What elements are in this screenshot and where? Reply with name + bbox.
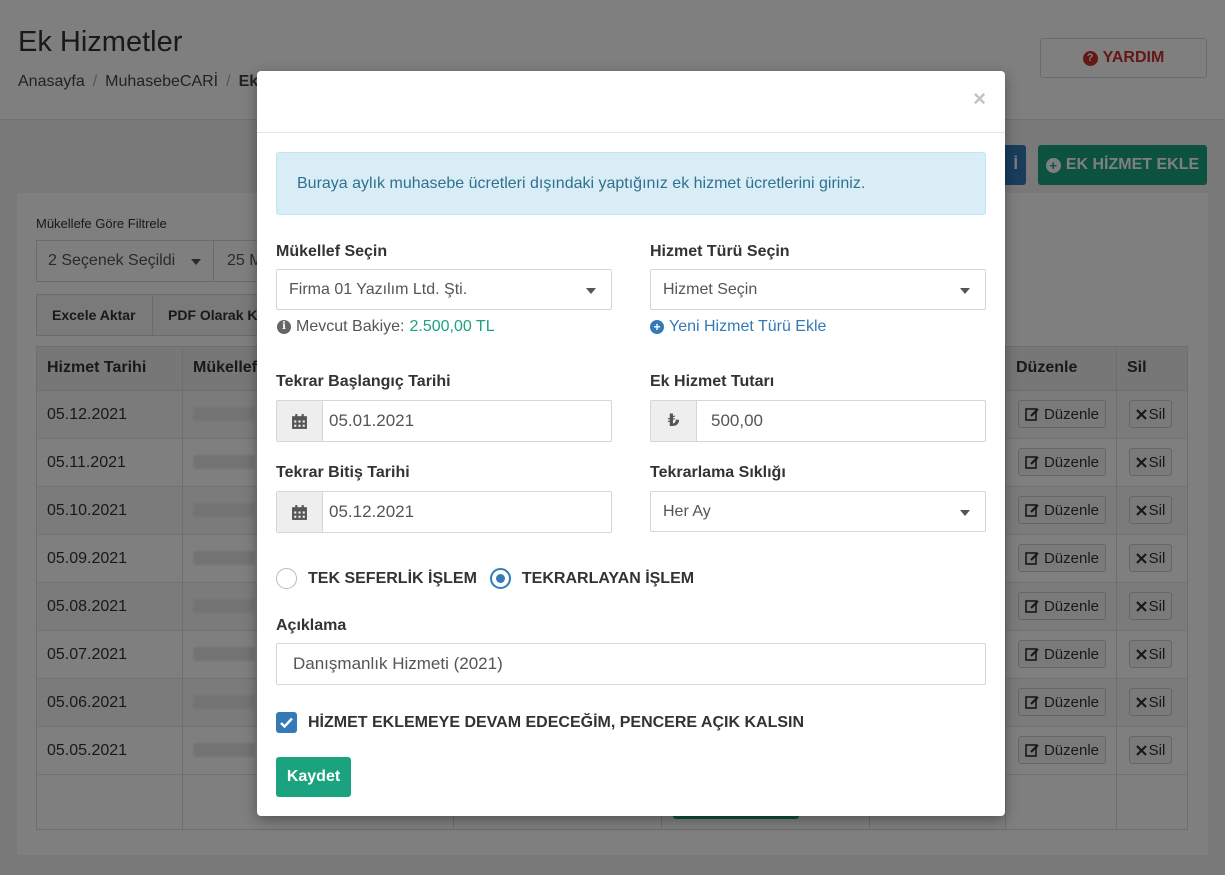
keep-open-checkbox[interactable] (276, 712, 297, 733)
save-button[interactable]: Kaydet (276, 757, 351, 797)
add-service-modal: × Buraya aylık muhasebe ücretleri dışınd… (257, 71, 1005, 816)
calendar-icon (277, 401, 323, 441)
radio-single[interactable] (276, 568, 297, 589)
check-icon (280, 717, 293, 728)
description-input[interactable]: Danışmanlık Hizmeti (2021) (276, 643, 986, 685)
info-circle-icon: i (277, 320, 291, 334)
service-type-label: Hizmet Türü Seçin (650, 243, 790, 260)
radio-recurring[interactable] (489, 568, 511, 589)
start-date-input[interactable]: 05.01.2021 (276, 400, 612, 442)
frequency-select[interactable]: Her Ay (650, 491, 986, 532)
modal-header: × (257, 71, 1005, 133)
description-label: Açıklama (276, 617, 347, 634)
balance-info: i Mevcut Bakiye: 2.500,00 TL (277, 318, 495, 336)
lira-icon: ₺ (651, 401, 697, 441)
mukellef-select[interactable]: Firma 01 Yazılım Ltd. Şti. (276, 269, 612, 310)
keep-open-label[interactable]: HİZMET EKLEMEYE DEVAM EDECEĞİM, PENCERE … (308, 714, 804, 732)
mukellef-selected-value: Firma 01 Yazılım Ltd. Şti. (289, 280, 468, 298)
frequency-label: Tekrarlama Sıklığı (650, 464, 786, 481)
caret-down-icon (960, 510, 970, 516)
new-service-type-link[interactable]: + Yeni Hizmet Türü Ekle (650, 318, 826, 336)
end-date-label: Tekrar Bitiş Tarihi (276, 464, 410, 481)
end-date-value: 05.12.2021 (329, 502, 415, 521)
service-type-selected-value: Hizmet Seçin (663, 280, 758, 298)
plus-circle-icon: + (650, 320, 664, 334)
info-alert: Buraya aylık muhasebe ücretleri dışındak… (276, 152, 986, 215)
radio-recurring-label[interactable]: TEKRARLAYAN İŞLEM (522, 570, 694, 588)
radio-single-label[interactable]: TEK SEFERLİK İŞLEM (308, 570, 477, 588)
service-type-select[interactable]: Hizmet Seçin (650, 269, 986, 310)
caret-down-icon (586, 288, 596, 294)
balance-value: 2.500,00 TL (409, 318, 495, 335)
balance-label: Mevcut Bakiye: (296, 318, 405, 335)
start-date-label: Tekrar Başlangıç Tarihi (276, 373, 451, 390)
frequency-selected-value: Her Ay (663, 502, 711, 520)
new-service-type-label: Yeni Hizmet Türü Ekle (669, 318, 827, 335)
caret-down-icon (960, 288, 970, 294)
mukellef-label: Mükellef Seçin (276, 243, 388, 260)
end-date-input[interactable]: 05.12.2021 (276, 491, 612, 533)
keep-open-group: HİZMET EKLEMEYE DEVAM EDECEĞİM, PENCERE … (276, 712, 804, 733)
transaction-type-group: TEK SEFERLİK İŞLEM TEKRARLAYAN İŞLEM (276, 568, 694, 589)
amount-label: Ek Hizmet Tutarı (650, 373, 775, 390)
start-date-value: 05.01.2021 (329, 411, 415, 430)
amount-input[interactable]: ₺ 500,00 (650, 400, 986, 442)
calendar-icon (277, 492, 323, 532)
close-icon[interactable]: × (973, 88, 986, 110)
amount-value: 500,00 (711, 411, 763, 430)
